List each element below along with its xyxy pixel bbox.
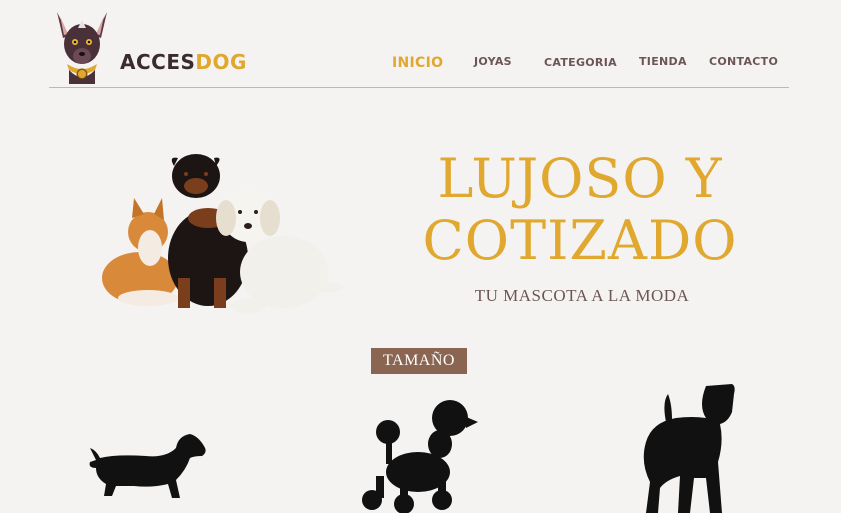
nav-joyas[interactable]: JOYAS bbox=[474, 55, 512, 68]
hero-headline: LUJOSO Y COTIZADO bbox=[400, 148, 760, 272]
hero-dogs-image bbox=[102, 154, 344, 313]
brand-part-2: DOG bbox=[195, 50, 247, 74]
large-dog-silhouette-icon[interactable] bbox=[636, 382, 740, 513]
headline-line-1: LUJOSO Y bbox=[437, 147, 723, 210]
small-dog-silhouette-icon[interactable] bbox=[86, 430, 208, 502]
nav-categoria[interactable]: CATEGORIA bbox=[544, 56, 617, 69]
hero-subtitle: TU MASCOTA A LA MODA bbox=[474, 286, 690, 305]
nav-contacto[interactable]: CONTACTO bbox=[709, 55, 778, 68]
brand-name[interactable]: ACCESDOG bbox=[120, 50, 247, 74]
nav-tienda[interactable]: TIENDA bbox=[639, 55, 687, 68]
site-header: ACCESDOG INICIO JOYAS CATEGORIA TIENDA C… bbox=[49, 0, 789, 88]
dog-logo-icon[interactable] bbox=[51, 10, 113, 84]
nav-inicio[interactable]: INICIO bbox=[392, 55, 443, 71]
brand-part-1: ACCES bbox=[120, 50, 196, 74]
headline-line-2: COTIZADO bbox=[422, 209, 738, 272]
medium-dog-silhouette-icon[interactable] bbox=[360, 396, 478, 513]
size-section-badge: TAMAÑO bbox=[371, 348, 467, 374]
